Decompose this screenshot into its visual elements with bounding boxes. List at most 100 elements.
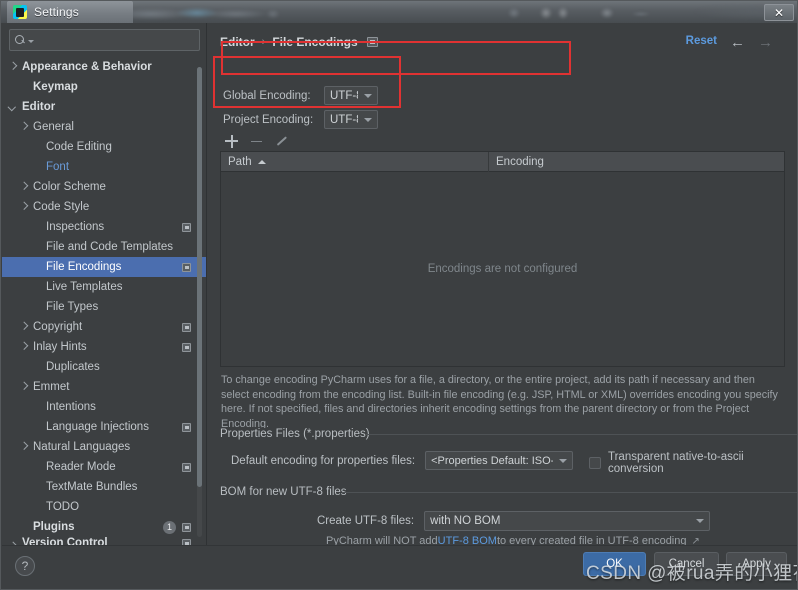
settings-gear-icon[interactable] [182, 262, 191, 272]
chevron-right-icon[interactable] [19, 382, 28, 391]
sidebar-item-file-encodings[interactable]: File Encodings [2, 257, 207, 277]
sidebar-item-inlay-hints[interactable]: Inlay Hints [2, 337, 207, 357]
default-properties-encoding-row: Default encoding for properties files: <… [231, 451, 574, 470]
chevron-right-icon[interactable] [19, 122, 28, 131]
default-properties-encoding-value: <Properties Default: ISO-885… [431, 454, 554, 467]
chevron-down-icon[interactable] [8, 102, 17, 111]
project-encoding-row: Project Encoding: UTF-8 [223, 110, 378, 129]
sidebar-item-label: Reader Mode [46, 461, 116, 473]
search-input[interactable] [34, 34, 194, 46]
sidebar-item-appearance-behavior[interactable]: Appearance & Behavior [2, 57, 207, 77]
sidebar-item-copyright[interactable]: Copyright [2, 317, 207, 337]
sidebar-item-keymap[interactable]: Keymap [2, 77, 207, 97]
title-bar: Settings ✕ [1, 1, 797, 23]
pycharm-icon [13, 5, 27, 19]
sidebar-item-editor[interactable]: Editor [2, 97, 207, 117]
forward-arrow-icon[interactable]: → [758, 34, 774, 51]
chevron-right-icon[interactable] [19, 322, 28, 331]
sidebar-item-label: Plugins [33, 521, 75, 533]
settings-gear-icon[interactable] [182, 342, 191, 352]
sidebar-item-duplicates[interactable]: Duplicates [2, 357, 207, 377]
create-utf8-files-label: Create UTF-8 files: [317, 515, 415, 527]
sidebar-item-natural-languages[interactable]: Natural Languages [2, 437, 207, 457]
chevron-right-icon[interactable] [19, 202, 28, 211]
sidebar-item-label: Emmet [33, 381, 70, 393]
settings-gear-icon[interactable] [366, 37, 378, 47]
properties-files-group-title: Properties Files (*.properties) [220, 428, 375, 440]
global-encoding-row: Global Encoding: UTF-8 [223, 86, 378, 105]
sidebar-item-reader-mode[interactable]: Reader Mode [2, 457, 207, 477]
sidebar-item-label: Intentions [46, 401, 96, 413]
breadcrumb-item-file-encodings[interactable]: File Encodings [272, 35, 357, 49]
sort-ascending-icon [257, 160, 266, 164]
add-icon[interactable] [225, 134, 238, 148]
global-encoding-label: Global Encoding: [223, 89, 311, 102]
encodings-table-header: Path Encoding [221, 152, 784, 172]
sidebar-item-inspections[interactable]: Inspections [2, 217, 207, 237]
column-header-path[interactable]: Path [221, 152, 489, 172]
sidebar-item-label: General [33, 121, 74, 133]
chevron-right-icon[interactable] [8, 62, 17, 71]
properties-files-group-divider [365, 434, 797, 435]
sidebar-item-label: Live Templates [46, 281, 123, 293]
reset-button[interactable]: Reset [686, 35, 717, 47]
search-box[interactable] [9, 29, 200, 51]
settings-tree: Appearance & Behavior Keymap Editor General… [2, 57, 207, 549]
sidebar-item-code-editing[interactable]: Code Editing [2, 137, 207, 157]
sidebar-item-label: File Types [46, 301, 99, 313]
column-header-encoding[interactable]: Encoding [489, 152, 784, 172]
sidebar-item-textmate-bundles[interactable]: TextMate Bundles [2, 477, 207, 497]
encodings-table: Path Encoding Encodings are not configur… [220, 151, 785, 367]
search-wrapper [2, 23, 207, 55]
create-utf8-files-value: with NO BOM [430, 515, 501, 527]
bom-group-title: BOM for new UTF-8 files [220, 486, 352, 498]
encodings-table-toolbar [221, 131, 341, 151]
encodings-table-empty-state: Encodings are not configured [221, 172, 784, 366]
transparent-native-to-ascii-checkbox[interactable]: Transparent native-to-ascii conversion [589, 451, 797, 475]
breadcrumb: Editor › File Encodings [220, 35, 378, 49]
sidebar-item-intentions[interactable]: Intentions [2, 397, 207, 417]
project-encoding-select[interactable]: UTF-8 [324, 110, 378, 129]
settings-gear-icon[interactable] [182, 422, 191, 432]
settings-gear-icon[interactable] [182, 522, 191, 532]
bom-group-divider [342, 492, 797, 493]
column-header-path-label: Path [228, 156, 252, 168]
sidebar-item-live-templates[interactable]: Live Templates [2, 277, 207, 297]
checkbox-box[interactable] [589, 457, 601, 469]
search-icon [15, 34, 26, 46]
back-arrow-icon[interactable]: ← [730, 34, 746, 51]
sidebar-item-emmet[interactable]: Emmet [2, 377, 207, 397]
sidebar-scrollbar-thumb[interactable] [197, 67, 202, 487]
default-properties-encoding-select[interactable]: <Properties Default: ISO-885… [425, 451, 574, 470]
settings-main-panel: Editor › File Encodings Reset ← → Global… [207, 23, 797, 547]
close-icon[interactable]: ✕ [764, 4, 794, 21]
sidebar-item-label: TextMate Bundles [46, 481, 138, 493]
sidebar-item-todo[interactable]: TODO [2, 497, 207, 517]
breadcrumb-item-editor[interactable]: Editor [220, 35, 255, 49]
settings-gear-icon[interactable] [182, 462, 191, 472]
chevron-right-icon[interactable] [19, 182, 28, 191]
chevron-down-icon [364, 117, 372, 122]
sidebar-item-code-style[interactable]: Code Style [2, 197, 207, 217]
sidebar-scrollbar[interactable] [197, 67, 202, 537]
sidebar-item-color-scheme[interactable]: Color Scheme [2, 177, 207, 197]
settings-gear-icon[interactable] [182, 322, 191, 332]
sidebar-item-font[interactable]: Font [2, 157, 207, 177]
project-encoding-value: UTF-8 [330, 113, 358, 126]
sidebar-item-label: Inlay Hints [33, 341, 87, 353]
sidebar-item-plugins[interactable]: Plugins 1 [2, 517, 207, 537]
sidebar-item-language-injections[interactable]: Language Injections [2, 417, 207, 437]
create-utf8-files-select[interactable]: with NO BOM [424, 511, 711, 531]
help-button[interactable]: ? [15, 556, 35, 576]
project-encoding-label: Project Encoding: [223, 113, 314, 126]
settings-sidebar: Appearance & Behavior Keymap Editor General… [2, 23, 207, 549]
sidebar-item-file-and-code-templates[interactable]: File and Code Templates [2, 237, 207, 257]
watermark: CSDN @被rua弄的小狸花 [586, 563, 798, 584]
chevron-right-icon[interactable] [19, 342, 28, 351]
chevron-right-icon[interactable] [19, 442, 28, 451]
global-encoding-select[interactable]: UTF-8 [324, 86, 378, 105]
sidebar-item-file-types[interactable]: File Types [2, 297, 207, 317]
settings-gear-icon[interactable] [182, 222, 191, 232]
sidebar-item-general[interactable]: General [2, 117, 207, 137]
sidebar-item-label: Code Editing [46, 141, 112, 153]
